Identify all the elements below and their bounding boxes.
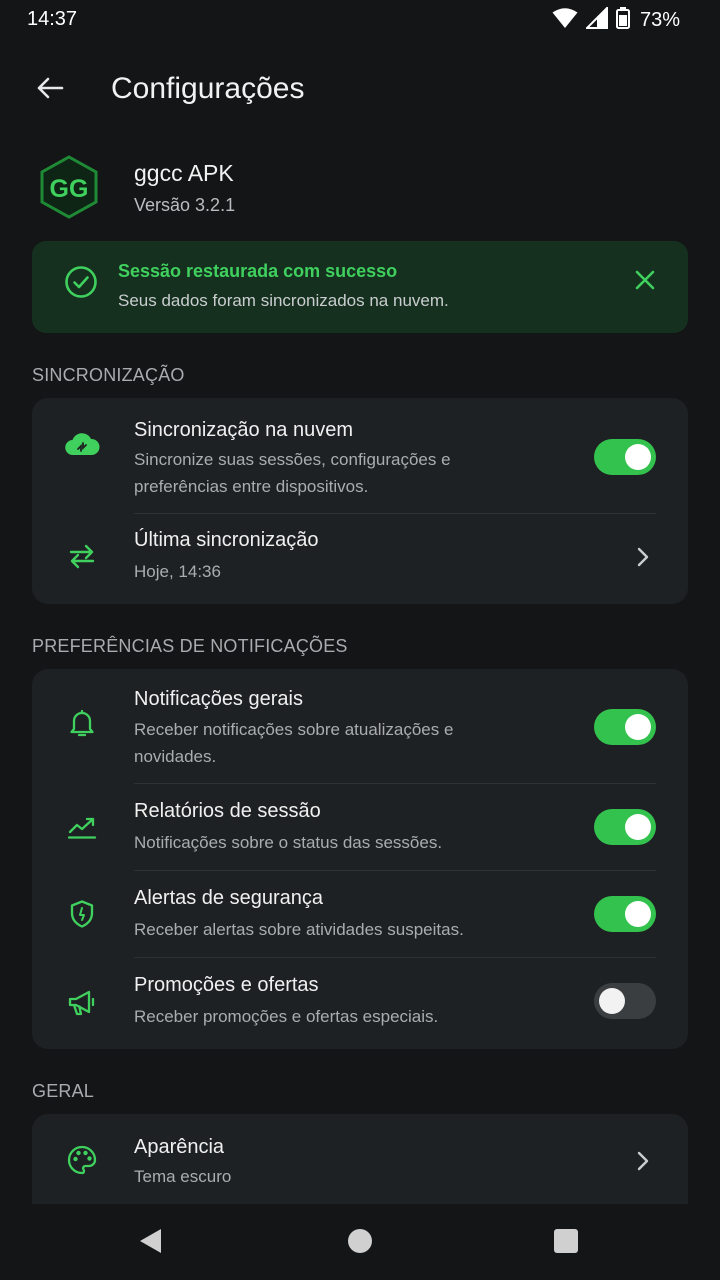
section-title-notifications: PREFERÊNCIAS DE NOTIFICAÇÕES: [32, 636, 348, 656]
nav-recents-button[interactable]: [549, 1226, 583, 1260]
square-recents-icon: [553, 1228, 579, 1259]
row-title: Sincronização na nuvem: [134, 419, 354, 441]
arrow-left-icon: [36, 76, 64, 105]
battery-icon: [615, 6, 630, 34]
nav-home-button[interactable]: [343, 1226, 377, 1260]
row-promotions[interactable]: Promoções e ofertas Receber promoções e …: [32, 958, 688, 1049]
chevron-right-icon: [630, 544, 656, 570]
toggle-knob: [625, 901, 651, 927]
page-title: Configurações: [111, 72, 305, 105]
cloud-sync-toggle[interactable]: [594, 439, 656, 475]
row-subtitle: Hoje, 14:36: [134, 562, 221, 581]
battery-percent: 73%: [639, 8, 680, 31]
notifications-card: Notificações gerais Receber notificações…: [32, 669, 688, 1049]
shield-icon: [62, 894, 102, 934]
row-title: Última sincronização: [134, 529, 319, 551]
security-alerts-toggle[interactable]: [594, 896, 656, 932]
row-general-notifications[interactable]: Notificações gerais Receber notificações…: [32, 669, 688, 783]
status-icons: 73%: [552, 5, 680, 34]
toggle-knob: [599, 988, 625, 1014]
success-banner: Sessão restaurada com sucesso Seus dados…: [32, 241, 688, 333]
triangle-back-icon: [137, 1227, 163, 1260]
bell-icon: [62, 703, 102, 743]
logo-text: GG: [50, 175, 89, 203]
signal-icon: [584, 5, 608, 34]
status-bar: 14:37 73%: [0, 0, 720, 40]
close-icon: [634, 269, 656, 296]
app-version: Versão 3.2.1: [134, 195, 236, 215]
row-subtitle: Tema escuro: [134, 1167, 232, 1186]
row-title: Relatórios de sessão: [134, 800, 321, 822]
status-time: 14:37: [27, 8, 78, 30]
row-last-sync[interactable]: Última sincronização Hoje, 14:36: [32, 514, 688, 604]
chart-line-icon: [62, 808, 102, 848]
app-name: ggcc APK: [134, 160, 234, 186]
row-subtitle: Receber alertas sobre atividades suspeit…: [134, 920, 464, 939]
sync-arrows-icon: [62, 536, 102, 576]
section-title-sync: SINCRONIZAÇÃO: [32, 365, 185, 385]
check-circle-icon: [64, 265, 98, 299]
app-info: GG ggcc APK Versão 3.2.1: [0, 150, 720, 230]
section-title-general: GERAL: [32, 1081, 95, 1101]
row-subtitle: Notificações sobre o status das sessões.: [134, 833, 443, 852]
row-cloud-sync[interactable]: Sincronização na nuvem Sincronize suas s…: [32, 398, 688, 513]
row-subtitle: Receber promoções e ofertas especiais.: [134, 1007, 439, 1026]
promotions-toggle[interactable]: [594, 983, 656, 1019]
back-button[interactable]: [28, 70, 72, 110]
general-notifications-toggle[interactable]: [594, 709, 656, 745]
hexagon-logo-icon: GG: [40, 155, 98, 219]
row-title: Notificações gerais: [134, 688, 303, 710]
app-bar: Configurações: [0, 56, 720, 124]
row-subtitle: Sincronize suas sessões, configurações e…: [134, 450, 451, 496]
palette-icon: [62, 1140, 102, 1180]
row-appearance[interactable]: Aparência Tema escuro: [32, 1114, 688, 1204]
session-reports-toggle[interactable]: [594, 809, 656, 845]
chevron-right-icon: [630, 1148, 656, 1174]
banner-close-button[interactable]: [630, 267, 660, 297]
megaphone-icon: [62, 983, 102, 1023]
toggle-knob: [625, 444, 651, 470]
row-title: Promoções e ofertas: [134, 974, 319, 996]
navigation-bar: [0, 1204, 720, 1280]
row-title: Aparência: [134, 1136, 225, 1158]
wifi-icon: [552, 7, 578, 34]
banner-message: Seus dados foram sincronizados na nuvem.: [118, 291, 449, 310]
circle-home-icon: [347, 1228, 373, 1259]
row-subtitle: Receber notificações sobre atualizações …: [134, 720, 454, 766]
nav-back-button[interactable]: [133, 1226, 167, 1260]
banner-title: Sessão restaurada com sucesso: [118, 261, 398, 281]
app-logo: GG: [38, 154, 100, 220]
cloud-sync-icon: [62, 424, 102, 464]
row-session-reports[interactable]: Relatórios de sessão Notificações sobre …: [32, 784, 688, 870]
row-title: Alertas de segurança: [134, 887, 324, 909]
sync-card: Sincronização na nuvem Sincronize suas s…: [32, 398, 688, 604]
row-security-alerts[interactable]: Alertas de segurança Receber alertas sob…: [32, 871, 688, 957]
toggle-knob: [625, 714, 651, 740]
toggle-knob: [625, 814, 651, 840]
